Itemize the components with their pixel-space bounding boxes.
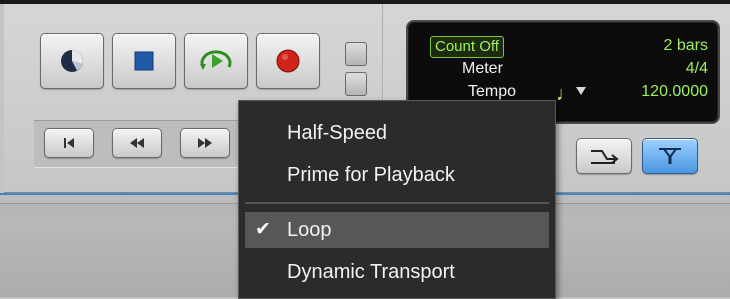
tempo-dropdown-icon[interactable] xyxy=(576,87,586,95)
rewind-button[interactable] xyxy=(112,128,162,158)
post-roll-toggle[interactable] xyxy=(345,72,367,96)
menu-item-label: Prime for Playback xyxy=(287,164,455,186)
menu-item-loop[interactable]: ✔ Loop xyxy=(245,212,549,248)
meter-label: Meter xyxy=(462,60,503,77)
pre-roll-toggle[interactable] xyxy=(345,42,367,66)
return-to-zero-button[interactable] xyxy=(44,128,94,158)
play-icon xyxy=(200,50,232,70)
meter-value[interactable]: 4/4 xyxy=(686,60,708,78)
merge-button[interactable] xyxy=(576,138,632,174)
merge-arrow-icon xyxy=(591,150,619,164)
fast-forward-icon xyxy=(198,138,212,148)
menu-item-label: Loop xyxy=(287,219,332,241)
tempo-label: Tempo xyxy=(468,83,517,100)
menu-item-dynamic-transport[interactable]: Dynamic Transport xyxy=(245,254,549,290)
record-button[interactable] xyxy=(256,33,320,89)
menu-item-half-speed[interactable]: Half-Speed xyxy=(245,115,549,151)
menu-item-label: Half-Speed xyxy=(287,122,388,144)
count-off-toggle[interactable]: Count Off xyxy=(430,36,504,58)
rewind-icon xyxy=(130,138,144,148)
midi-input-button[interactable] xyxy=(642,138,698,174)
midi-input-icon xyxy=(659,148,681,164)
menu-separator xyxy=(245,202,549,204)
tempo-value[interactable]: 120.0000 xyxy=(641,83,708,101)
checkmark-icon: ✔ xyxy=(255,219,271,240)
transport-context-menu: Half-Speed Prime for Playback ✔ Loop Dyn… xyxy=(238,100,556,299)
stop-icon xyxy=(134,51,154,71)
online-button[interactable] xyxy=(40,33,104,89)
play-button[interactable] xyxy=(184,33,248,89)
quarter-note-icon: ♩ xyxy=(556,83,576,105)
return-to-zero-icon xyxy=(64,138,74,148)
online-clock-icon xyxy=(61,50,83,72)
stop-button[interactable] xyxy=(112,33,176,89)
menu-item-label: Dynamic Transport xyxy=(287,261,455,283)
fast-forward-button[interactable] xyxy=(180,128,230,158)
menu-item-prime-for-playback[interactable]: Prime for Playback xyxy=(245,157,549,193)
record-icon xyxy=(276,49,300,73)
count-off-value: 2 bars xyxy=(663,37,708,54)
